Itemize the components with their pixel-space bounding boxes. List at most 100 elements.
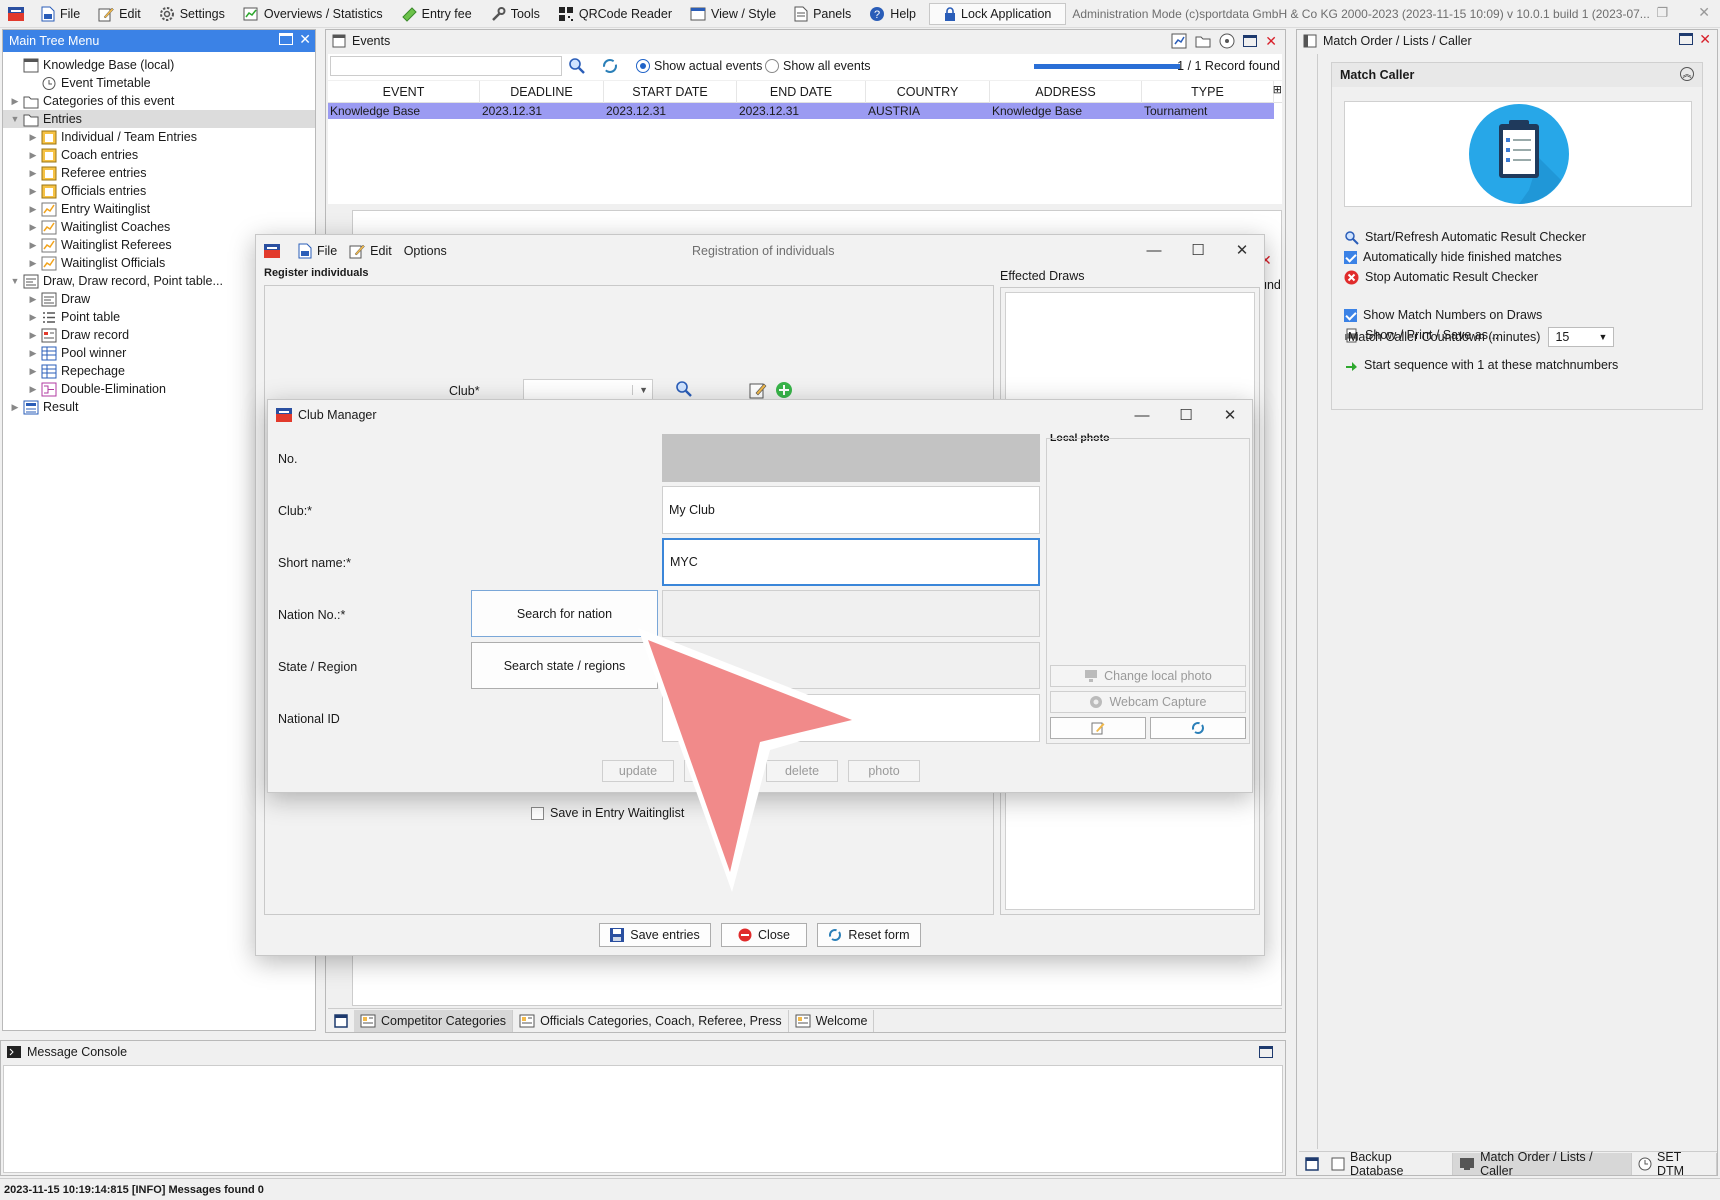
expanded-arrow-icon[interactable]: ▼ — [9, 114, 21, 124]
collapsed-arrow-icon[interactable]: ▶ — [27, 222, 39, 233]
collapsed-arrow-icon[interactable]: ▶ — [27, 186, 39, 197]
close-icon[interactable]: ✕ — [299, 32, 311, 46]
close-icon[interactable]: ✕ — [1208, 400, 1252, 430]
minimize-icon[interactable]: — — [1120, 400, 1164, 430]
report-icon[interactable] — [1171, 33, 1187, 49]
column-chooser-icon[interactable]: ⊞ — [1273, 83, 1282, 96]
maximize-icon[interactable] — [279, 33, 294, 45]
collapsed-arrow-icon[interactable]: ▶ — [27, 366, 39, 377]
maximize-icon[interactable]: ☐ — [1176, 235, 1220, 265]
collapsed-arrow-icon[interactable]: ▶ — [27, 240, 39, 251]
restore-icon[interactable]: ❐ — [1656, 5, 1668, 21]
registration-menu-edit[interactable]: Edit — [349, 243, 392, 259]
menu-view-style[interactable]: View / Style — [681, 0, 785, 27]
lock-application-button[interactable]: Lock Application — [929, 2, 1067, 25]
column-header[interactable]: TYPE — [1142, 80, 1274, 103]
maximize-icon[interactable] — [1259, 1046, 1273, 1058]
column-header[interactable]: ADDRESS — [990, 80, 1142, 103]
menu-qrcode-reader[interactable]: QRCode Reader — [549, 0, 681, 27]
tree-item-referee-entries[interactable]: ▶ Referee entries — [3, 164, 315, 182]
tree-item-categories-of-this-event[interactable]: ▶ Categories of this event — [3, 92, 315, 110]
tree-item-knowledge-base-local[interactable]: Knowledge Base (local) — [3, 56, 315, 74]
open-folder-icon[interactable] — [1195, 33, 1211, 49]
search-icon[interactable] — [675, 380, 693, 398]
tree-item-individual-team-entries[interactable]: ▶ Individual / Team Entries — [3, 128, 315, 146]
tree-item-entries[interactable]: ▼ Entries — [3, 110, 315, 128]
collapsed-arrow-icon[interactable]: ▶ — [9, 96, 21, 107]
menu-tools[interactable]: Tools — [481, 0, 549, 27]
menu-label: View / Style — [710, 6, 777, 21]
menu-entry-fee[interactable]: Entry fee — [392, 0, 481, 27]
column-header[interactable]: END DATE — [737, 80, 866, 103]
column-header[interactable]: START DATE — [604, 80, 737, 103]
column-header[interactable]: COUNTRY — [866, 80, 990, 103]
club-select[interactable]: ▼ — [523, 379, 653, 401]
save-entries-button[interactable]: Save entries — [599, 923, 711, 947]
collapsed-arrow-icon[interactable]: ▶ — [27, 168, 39, 179]
registration-menu-options[interactable]: Options — [404, 243, 447, 259]
refresh-photo-button[interactable] — [1150, 717, 1246, 739]
collapsed-arrow-icon[interactable]: ▶ — [27, 132, 39, 143]
tab-set-dtm[interactable]: SET DTM — [1632, 1150, 1717, 1178]
collapse-icon[interactable]: ︽ — [1680, 67, 1694, 81]
menu-overviews-statistics[interactable]: Overviews / Statistics — [234, 0, 392, 27]
collapsed-arrow-icon[interactable]: ▶ — [27, 258, 39, 269]
tree-item-officials-entries[interactable]: ▶ Officials entries — [3, 182, 315, 200]
maximize-icon[interactable]: ☐ — [1164, 400, 1208, 430]
match-caller-option-start-refresh-automatic-result-checker[interactable]: Start/Refresh Automatic Result Checker — [1344, 227, 1700, 247]
start-sequence-row[interactable]: Start sequence with 1 at these matchnumb… — [1344, 355, 1618, 375]
events-search-input[interactable] — [330, 56, 562, 76]
add-icon[interactable] — [775, 381, 793, 399]
collapsed-arrow-icon[interactable]: ▶ — [27, 348, 39, 359]
match-caller-option-show-match-numbers-on-draws[interactable]: Show Match Numbers on Draws — [1344, 305, 1700, 325]
webcam-capture-button[interactable]: Webcam Capture — [1050, 691, 1246, 713]
menu-file[interactable]: File — [32, 0, 89, 27]
registration-menu-file[interactable]: File — [298, 243, 337, 259]
minimize-icon[interactable]: — — [1132, 235, 1176, 265]
match-caller-option-stop-automatic-result-checker[interactable]: Stop Automatic Result Checker — [1344, 267, 1700, 287]
tree-item-coach-entries[interactable]: ▶ Coach entries — [3, 146, 315, 164]
close-icon[interactable]: ✕ — [1699, 32, 1711, 46]
refresh-icon[interactable] — [601, 57, 619, 75]
close-icon[interactable]: ✕ — [1220, 235, 1264, 265]
change-local-photo-button[interactable]: Change local photo — [1050, 665, 1246, 687]
search-icon[interactable] — [568, 57, 586, 75]
menu-edit[interactable]: Edit — [89, 0, 150, 27]
tab-match-order-lists-caller[interactable]: Match Order / Lists / Caller — [1453, 1150, 1632, 1178]
close-button[interactable]: Close — [721, 923, 807, 947]
expanded-arrow-icon[interactable]: ▼ — [9, 276, 21, 286]
collapsed-arrow-icon[interactable]: ▶ — [27, 294, 39, 305]
tab-officials-categories-coach-referee-press[interactable]: Officials Categories, Coach, Referee, Pr… — [513, 1009, 789, 1032]
collapsed-arrow-icon[interactable]: ▶ — [27, 312, 39, 323]
tab-welcome[interactable]: Welcome — [789, 1009, 875, 1032]
collapsed-arrow-icon[interactable]: ▶ — [27, 204, 39, 215]
close-app-icon[interactable]: ✕ — [1698, 4, 1710, 21]
collapsed-arrow-icon[interactable]: ▶ — [27, 330, 39, 341]
close-icon[interactable]: ✕ — [1265, 34, 1277, 49]
reset-form-button[interactable]: Reset form — [817, 923, 921, 947]
maximize-icon[interactable] — [1679, 33, 1694, 45]
menu-panels[interactable]: Panels — [785, 0, 860, 27]
edit-photo-button[interactable] — [1050, 717, 1146, 739]
club-name-field[interactable]: My Club — [662, 486, 1040, 534]
short-name-field[interactable]: MYC — [662, 538, 1040, 586]
disc-icon[interactable] — [1219, 33, 1235, 49]
tree-item-event-timetable[interactable]: Event Timetable — [3, 74, 315, 92]
countdown-select[interactable]: 15 ▼ — [1548, 327, 1615, 347]
collapsed-arrow-icon[interactable]: ▶ — [27, 384, 39, 395]
maximize-icon[interactable] — [1243, 35, 1258, 47]
column-header[interactable]: DEADLINE — [480, 80, 604, 103]
tree-item-entry-waitinglist[interactable]: ▶ Entry Waitinglist — [3, 200, 315, 218]
column-header[interactable]: EVENT — [328, 80, 480, 103]
show-all-events-radio[interactable]: Show all events — [765, 59, 871, 73]
tab-competitor-categories[interactable]: Competitor Categories — [354, 1009, 514, 1032]
tab-backup-database[interactable]: Backup Database — [1325, 1150, 1454, 1178]
collapsed-arrow-icon[interactable]: ▶ — [9, 402, 21, 413]
show-actual-events-radio[interactable]: Show actual events — [636, 59, 762, 73]
edit-icon[interactable] — [749, 381, 767, 399]
match-caller-option-automatically-hide-finished-matches[interactable]: Automatically hide finished matches — [1344, 247, 1700, 267]
menu-settings[interactable]: Settings — [150, 0, 234, 27]
menu-help[interactable]: ? Help — [860, 0, 925, 27]
collapsed-arrow-icon[interactable]: ▶ — [27, 150, 39, 161]
table-row[interactable]: Knowledge Base 2023.12.31 2023.12.31 2023.1… — [328, 103, 1274, 119]
